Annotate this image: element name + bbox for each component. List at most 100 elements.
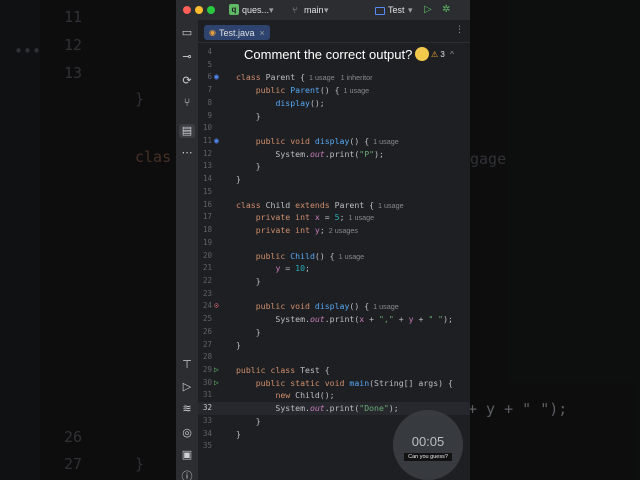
run-gutter-icon[interactable]: ▷ — [214, 364, 219, 377]
problems-icon[interactable]: ◎ — [179, 426, 195, 440]
code-line[interactable]: 27} — [198, 339, 470, 352]
line-number: 13 — [202, 161, 212, 171]
branch-selector[interactable]: main — [304, 5, 324, 15]
terminal-tool-icon[interactable]: ⊤ — [179, 358, 195, 372]
minimize-window-button[interactable] — [195, 6, 203, 14]
terminal-icon[interactable]: ▣ — [179, 448, 195, 462]
code-text: } — [236, 428, 241, 439]
code-line[interactable]: 30 ▷ public static void main(String[] arg… — [198, 377, 470, 390]
structure-icon[interactable]: ▤ — [179, 124, 195, 138]
code-line[interactable]: 12 System.out.print("P"); — [198, 148, 470, 161]
code-line[interactable]: 31 new Child(); — [198, 389, 470, 402]
code-line[interactable]: 13 } — [198, 160, 470, 173]
code-text: } — [236, 326, 261, 337]
git-icon[interactable]: ⓘ — [179, 470, 195, 480]
override-gutter-icon[interactable]: ⊙ — [214, 300, 219, 313]
code-line[interactable]: 9 } — [198, 110, 470, 123]
warning-count: 3 — [440, 50, 445, 59]
project-badge[interactable]: q — [229, 4, 239, 15]
line-number: 27 — [202, 339, 212, 349]
run-tool-icon[interactable]: ▷ — [179, 380, 195, 394]
code-line[interactable]: 21 y = 10; — [198, 262, 470, 275]
code-text: class Parent { 1 usage 1 inheritor — [236, 72, 373, 83]
folder-icon[interactable]: ▭ — [179, 26, 195, 40]
code-line[interactable]: 24 ⊙ public void display() { 1 usage — [198, 300, 470, 313]
code-line[interactable]: 14} — [198, 173, 470, 186]
code-line[interactable]: 20 public Child() { 1 usage — [198, 250, 470, 263]
run-config-selector[interactable]: Test — [388, 5, 405, 15]
more-icon[interactable]: ⋯ — [179, 146, 195, 160]
usage-hint[interactable]: 1 usage — [340, 86, 370, 95]
code-line[interactable]: 22 } — [198, 275, 470, 288]
usage-hint[interactable]: 1 usage — [345, 213, 375, 222]
line-number: 14 — [202, 174, 212, 184]
code-line[interactable]: 19 — [198, 237, 470, 250]
line-number: 5 — [207, 59, 212, 69]
more-tabs-icon[interactable]: ⋮ — [455, 25, 464, 35]
zoom-window-button[interactable] — [207, 6, 215, 14]
run-gutter-icon[interactable]: ▷ — [214, 377, 219, 390]
implemented-gutter-icon[interactable]: ◉ — [214, 71, 219, 84]
code-line[interactable]: 25 System.out.print(x + "," + y + " "); — [198, 313, 470, 326]
line-number: 7 — [207, 85, 212, 95]
code-line[interactable]: 29 ▷ public class Test { — [198, 364, 470, 377]
tool-window-strip: ▭ ⊸ ⟳ ⑂ ▤ ⋯ ⊤ ▷ ≋ ◎ ▣ ⓘ — [176, 20, 199, 480]
code-line[interactable]: 15 — [198, 186, 470, 199]
code-line[interactable]: 16 class Child extends Parent { 1 usage — [198, 199, 470, 212]
close-window-button[interactable] — [183, 6, 191, 14]
tab-test-java[interactable]: ◉ Test.java × — [204, 25, 270, 40]
pull-request-icon[interactable]: ⑂ — [179, 96, 195, 110]
run-icon[interactable]: ▷ — [424, 4, 432, 15]
timer-time: 00:05 — [411, 434, 445, 449]
usage-hint[interactable]: 1 usage — [374, 201, 404, 210]
code-line[interactable]: 6 ◉ class Parent { 1 usage 1 inheritor — [198, 71, 470, 84]
code-line[interactable]: 10 — [198, 122, 470, 135]
line-number: 18 — [202, 225, 212, 235]
code-line[interactable]: 23 — [198, 288, 470, 301]
code-line[interactable]: 8 display(); — [198, 97, 470, 110]
line-number: 19 — [202, 237, 212, 247]
implemented-gutter-icon[interactable]: ◉ — [214, 135, 219, 148]
code-text: } — [236, 415, 261, 426]
usage-hint[interactable]: 1 usage — [369, 302, 399, 311]
services-icon[interactable]: ≋ — [179, 402, 195, 416]
debug-icon[interactable]: ✲ — [442, 4, 450, 15]
usage-hint[interactable]: 1 usage — [335, 252, 365, 261]
project-selector[interactable]: ques... — [242, 5, 269, 15]
line-number: 23 — [202, 288, 212, 298]
line-number: 9 — [207, 110, 212, 120]
code-text: System.out.print(x + "," + y + " "); — [236, 314, 453, 325]
line-number: 22 — [202, 275, 212, 285]
commit-icon[interactable]: ⊸ — [179, 50, 195, 64]
warnings-indicator[interactable]: ⚠ 3 ^ — [431, 50, 454, 59]
usage-hint[interactable]: 1 usage 1 inheritor — [305, 73, 373, 82]
usage-hint[interactable]: 1 usage — [369, 137, 399, 146]
code-line[interactable]: 28 — [198, 351, 470, 364]
code-line[interactable]: 11 ◉ public void display() { 1 usage — [198, 135, 470, 148]
code-text: public Child() { 1 usage — [255, 250, 365, 261]
sync-icon[interactable]: ⟳ — [179, 74, 195, 88]
close-icon[interactable]: × — [260, 28, 265, 38]
timer-label: Can you guess? — [404, 453, 452, 461]
code-text: display(); — [275, 97, 325, 108]
code-text: private int y; 2 usages — [255, 225, 358, 236]
video-caption: Comment the correct output? — [244, 47, 430, 62]
caption-text: Comment the correct output? — [244, 47, 413, 62]
java-file-icon: ◉ — [209, 28, 216, 37]
code-line[interactable]: 26 } — [198, 326, 470, 339]
line-number: 6 — [207, 72, 212, 82]
line-number: 4 — [207, 47, 212, 56]
thinking-face-icon — [415, 47, 430, 61]
line-number: 33 — [202, 415, 212, 425]
code-line[interactable]: 18 private int y; 2 usages — [198, 224, 470, 237]
line-number: 12 — [202, 148, 212, 158]
code-line[interactable]: 7 public Parent() { 1 usage — [198, 84, 470, 97]
line-number: 31 — [202, 390, 212, 400]
code-text: } — [236, 161, 261, 172]
ide-window: q ques... ▾ ⑂ main ▾ Test ▾ ▷ ✲ ▭ ⊸ ⟳ ⑂ … — [176, 0, 470, 480]
line-number: 15 — [202, 186, 212, 196]
code-line[interactable]: 17 private int x = 5; 1 usage — [198, 211, 470, 224]
code-text: System.out.print("P"); — [236, 148, 384, 159]
code-text: } — [236, 275, 261, 286]
usage-hint[interactable]: 2 usages — [325, 226, 358, 235]
